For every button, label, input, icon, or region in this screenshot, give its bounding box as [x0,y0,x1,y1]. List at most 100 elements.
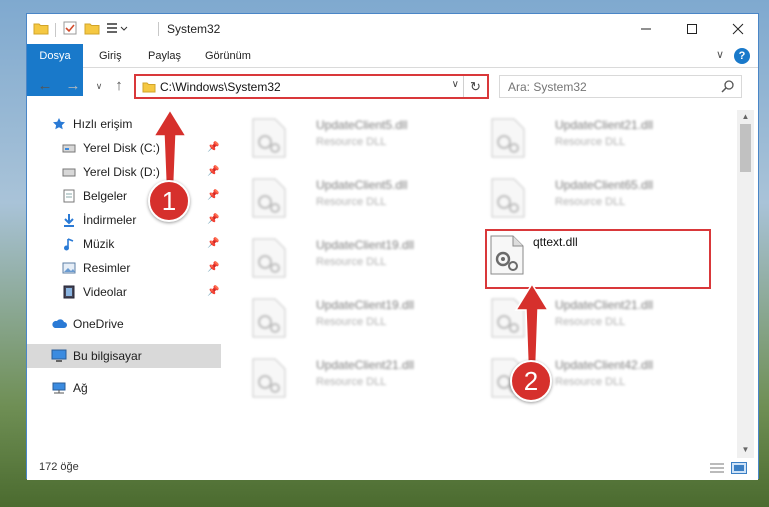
list-item-qttext[interactable]: qttext.dll [485,229,711,289]
file-type: Resource DLL [555,376,626,388]
title-bar: System32 [27,14,758,44]
pin-icon[interactable]: 📌 [207,238,219,249]
file-name: UpdateClient19.dll [316,298,415,312]
pin-icon[interactable]: 📌 [207,262,219,273]
sidebar-item-label: OneDrive [73,317,124,331]
sidebar-item-pictures[interactable]: Resimler 📌 [27,256,221,280]
sidebar-item-this-pc[interactable]: Bu bilgisayar [27,344,221,368]
document-icon [61,188,77,204]
quick-access-toolbar [33,20,128,39]
new-folder-icon[interactable] [84,21,100,38]
sidebar-item-label: İndirmeler [83,213,137,227]
close-button[interactable] [715,14,761,44]
list-item[interactable]: UpdateClient5.dll Resource DLL [243,110,468,162]
file-type: Resource DLL [316,316,387,328]
sidebar-item-label: Ağ [73,381,88,395]
sidebar-item-documents[interactable]: Belgeler 📌 [27,184,221,208]
details-view-icon[interactable] [709,462,725,474]
pin-icon[interactable]: 📌 [207,286,219,297]
sidebar-item-label: Bu bilgisayar [73,349,142,363]
window-title: System32 [167,22,221,36]
annotation-badge-1: 1 [148,180,190,222]
explorer-window: System32 Dosya Giriş Paylaş Görünüm ∨ ? … [26,13,759,480]
pin-icon[interactable]: 📌 [207,142,219,153]
tab-view[interactable]: Görünüm [193,44,263,68]
back-icon[interactable]: ← [35,76,55,96]
file-type: Resource DLL [555,316,626,328]
address-path[interactable]: C:\Windows\System32 [160,80,281,94]
file-type: Resource DLL [316,196,387,208]
dll-file-icon [489,235,525,275]
file-name: qttext.dll [533,235,578,249]
music-icon [61,236,77,252]
video-icon [61,284,77,300]
vertical-scrollbar[interactable]: ▲ ▼ [737,110,754,458]
maximize-button[interactable] [669,14,715,44]
sidebar-item-label: Yerel Disk (D:) [83,165,160,179]
ribbon-tabs: Dosya Giriş Paylaş Görünüm ∨ ? [27,44,758,96]
navigation-bar: ← → ∨ ↑ C:\Windows\System32 ∨ ↻ [27,70,758,104]
file-type: Resource DLL [555,196,626,208]
dll-file-icon [251,118,287,158]
up-icon[interactable]: ↑ [109,76,129,96]
sidebar-item-music[interactable]: Müzik 📌 [27,232,221,256]
computer-icon [51,348,67,364]
sidebar-item-local-disk-c[interactable]: Yerel Disk (C:) 📌 [27,136,221,160]
dll-file-icon [251,358,287,398]
list-item[interactable]: UpdateClient21.dll Resource DLL [482,110,707,162]
tab-home[interactable]: Giriş [87,44,134,68]
address-dropdown-icon[interactable]: ∨ [452,79,459,90]
scroll-down-icon[interactable]: ▼ [737,445,754,454]
search-box[interactable] [499,75,742,98]
file-name: UpdateClient21.dll [316,358,415,372]
drive-icon [61,140,77,156]
sidebar-item-videos[interactable]: Videolar 📌 [27,280,221,304]
search-input[interactable] [508,79,708,94]
ribbon-expand-icon[interactable]: ∨ [716,48,724,61]
sidebar-item-local-disk-d[interactable]: Yerel Disk (D:) 📌 [27,160,221,184]
search-icon[interactable] [721,79,735,96]
dll-file-icon [251,178,287,218]
sidebar-item-label: Müzik [83,237,115,251]
tab-share[interactable]: Paylaş [136,44,193,68]
list-item[interactable]: UpdateClient65.dll Resource DLL [482,170,707,222]
pin-icon[interactable]: 📌 [207,190,219,201]
help-icon[interactable]: ? [734,48,750,64]
sidebar-item-label: Videolar [83,285,127,299]
cloud-icon [51,316,67,332]
sidebar-item-label: Resimler [83,261,131,275]
network-icon [51,380,67,396]
properties-icon[interactable] [62,20,78,39]
folder-icon[interactable] [33,21,49,38]
refresh-icon[interactable]: ↻ [463,76,487,97]
pin-icon[interactable]: 📌 [207,166,219,177]
address-bar[interactable]: C:\Windows\System32 ∨ ↻ [134,74,489,99]
sidebar-item-onedrive[interactable]: OneDrive [27,312,221,336]
forward-icon[interactable]: → [63,76,83,96]
list-item[interactable]: UpdateClient19.dll Resource DLL [243,290,468,342]
list-item[interactable]: UpdateClient21.dll Resource DLL [243,350,468,402]
annotation-arrow-1 [152,108,188,187]
sidebar-item-network[interactable]: Ağ [27,376,221,400]
file-name: UpdateClient5.dll [316,118,408,132]
file-name: UpdateClient21.dll [555,298,654,312]
minimize-button[interactable] [623,14,669,44]
recent-locations-icon[interactable]: ∨ [89,76,109,96]
pin-icon[interactable]: 📌 [207,214,219,225]
sidebar-item-quick-access[interactable]: Hızlı erişim [27,112,221,136]
large-icons-view-icon[interactable] [731,462,747,474]
sidebar-item-label: Belgeler [83,189,128,203]
sidebar-item-downloads[interactable]: İndirmeler 📌 [27,208,221,232]
download-icon [61,212,77,228]
list-item[interactable]: UpdateClient5.dll Resource DLL [243,170,468,222]
toolbar-divider [55,22,56,37]
customize-toolbar-icon[interactable] [106,21,128,38]
navigation-pane: Hızlı erişim Yerel Disk (C:) 📌 Yerel Dis… [27,110,223,458]
scroll-thumb[interactable] [740,124,751,172]
minimize-icon [641,28,651,30]
scroll-up-icon[interactable]: ▲ [737,112,754,121]
sidebar-item-label: Hızlı erişim [73,117,133,131]
list-item[interactable]: UpdateClient19.dll Resource DLL [243,230,468,282]
file-type: Resource DLL [316,376,387,388]
dll-file-icon [490,118,526,158]
